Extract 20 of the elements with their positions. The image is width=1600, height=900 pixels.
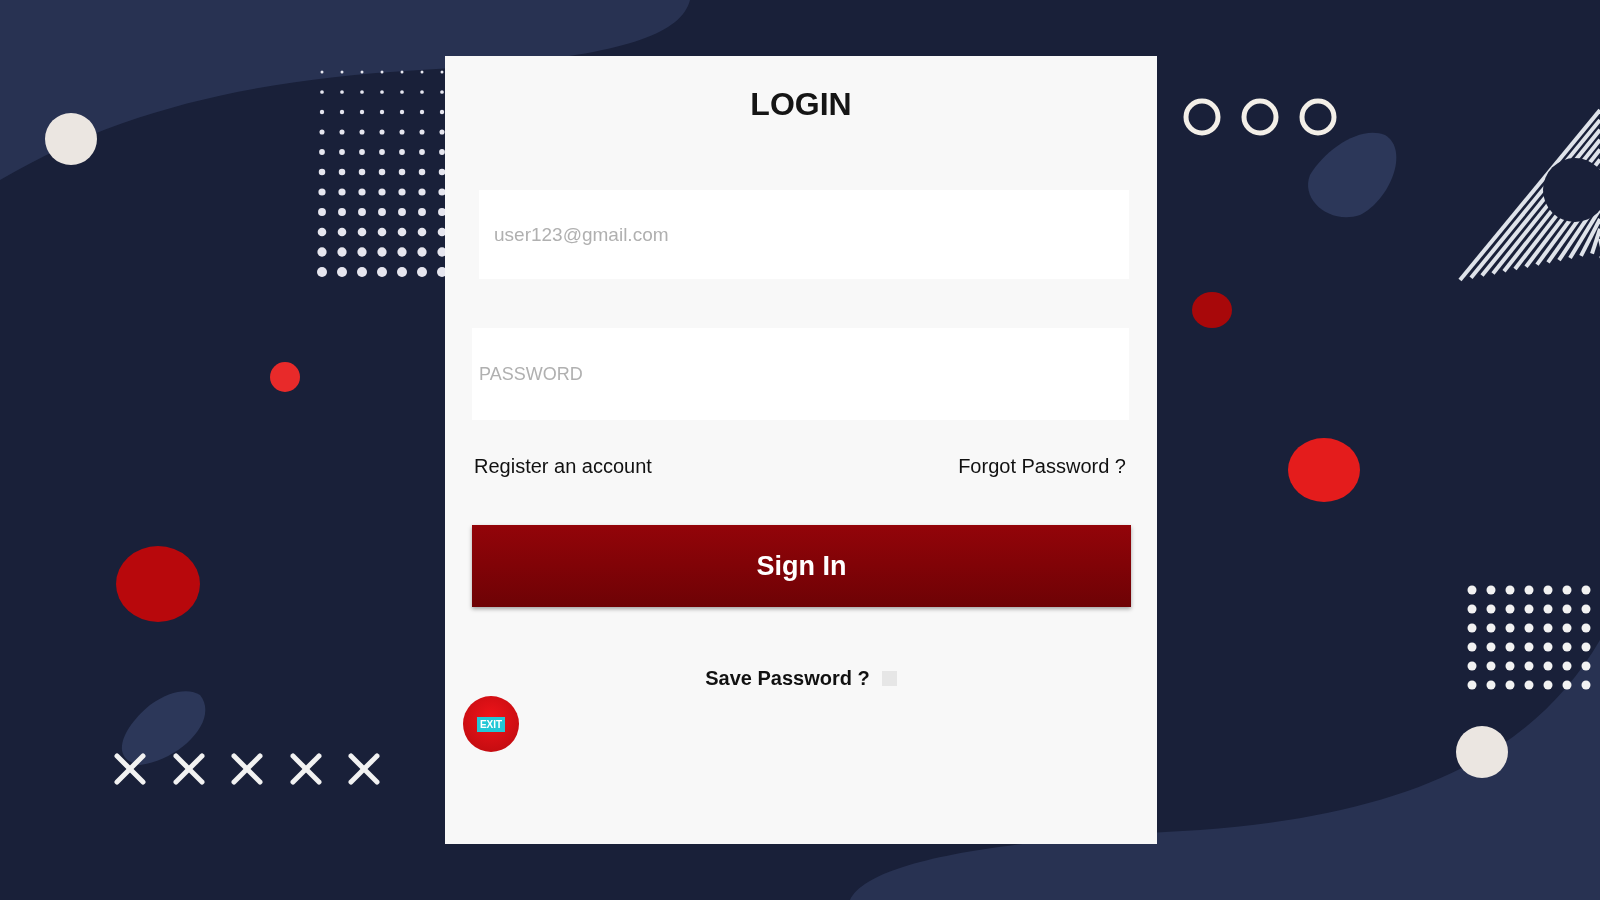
cross-shape: [290, 753, 322, 785]
cross-shape: [114, 753, 146, 785]
cross-shape: [348, 753, 380, 785]
login-title: LOGIN: [749, 85, 853, 124]
cross-shape: [173, 753, 205, 785]
forgot-password-link[interactable]: Forgot Password ?: [958, 453, 1126, 479]
cross-shape: [231, 753, 263, 785]
circle-shape: [1456, 726, 1508, 778]
email-field[interactable]: user123@gmail.com: [479, 190, 1129, 279]
ring-shape: [1241, 98, 1279, 136]
circle-shape: [45, 113, 97, 165]
save-password-label: Save Password ?: [705, 667, 870, 690]
ring-shape: [1299, 98, 1337, 136]
ring-shape: [1183, 98, 1221, 136]
password-field[interactable]: PASSWORD: [472, 328, 1129, 420]
sign-in-button[interactable]: Sign In: [472, 525, 1131, 607]
circle-shape: [1192, 292, 1232, 328]
circle-shape: [270, 362, 300, 392]
register-link[interactable]: Register an account: [474, 453, 652, 479]
circle-shape: [1288, 438, 1360, 502]
